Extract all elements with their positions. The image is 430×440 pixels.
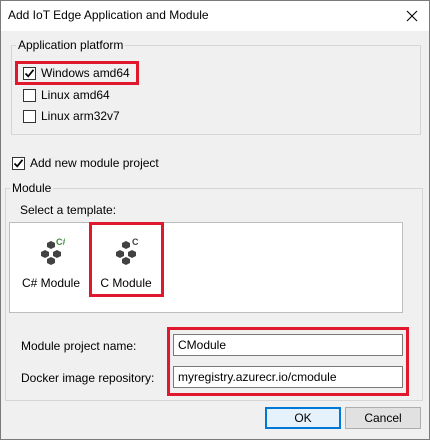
checkmark-icon	[24, 68, 35, 78]
project-name-label: Module project name:	[21, 339, 137, 353]
linux-arm32v7-checkbox[interactable]	[23, 109, 36, 123]
select-template-label: Select a template:	[20, 203, 117, 217]
cancel-button[interactable]: Cancel	[345, 407, 421, 429]
close-button[interactable]	[403, 7, 421, 25]
checkmark-icon	[13, 158, 24, 168]
c-module-icon: C	[116, 237, 139, 265]
csharp-module-label: C# Module	[21, 276, 81, 290]
csharp-badge: C#	[56, 237, 65, 247]
windows-amd64-label: Windows amd64	[41, 66, 130, 80]
template-c-module[interactable]: C C Module	[90, 223, 162, 312]
linux-arm32v7-label: Linux arm32v7	[41, 109, 120, 123]
title-bar: Add IoT Edge Application and Module	[1, 1, 429, 31]
windows-amd64-checkbox[interactable]	[23, 66, 36, 80]
windows-amd64-option[interactable]: Windows amd64	[23, 66, 130, 80]
add-module-label: Add new module project	[30, 156, 159, 170]
add-module-option[interactable]: Add new module project	[12, 156, 159, 170]
linux-amd64-label: Linux amd64	[41, 88, 110, 102]
close-icon	[406, 10, 418, 22]
docker-repo-input[interactable]	[173, 366, 403, 388]
ok-button[interactable]: OK	[265, 407, 341, 429]
c-badge: C	[132, 237, 139, 247]
linux-amd64-option[interactable]: Linux amd64	[23, 88, 110, 102]
docker-repo-label: Docker image repository:	[21, 371, 155, 385]
window-title: Add IoT Edge Application and Module	[8, 8, 209, 22]
project-name-input[interactable]	[173, 334, 403, 356]
module-legend: Module	[12, 181, 52, 195]
application-platform-legend: Application platform	[18, 38, 124, 52]
template-csharp-module[interactable]: C# C# Module	[15, 223, 87, 312]
template-list: C# C# Module C C Module	[9, 222, 403, 313]
csharp-module-icon: C#	[41, 237, 65, 265]
dialog-window: Add IoT Edge Application and Module Appl…	[0, 0, 430, 440]
linux-amd64-checkbox[interactable]	[23, 88, 36, 102]
add-module-checkbox[interactable]	[12, 156, 25, 170]
linux-arm32v7-option[interactable]: Linux arm32v7	[23, 109, 120, 123]
c-module-label: C Module	[100, 276, 152, 290]
